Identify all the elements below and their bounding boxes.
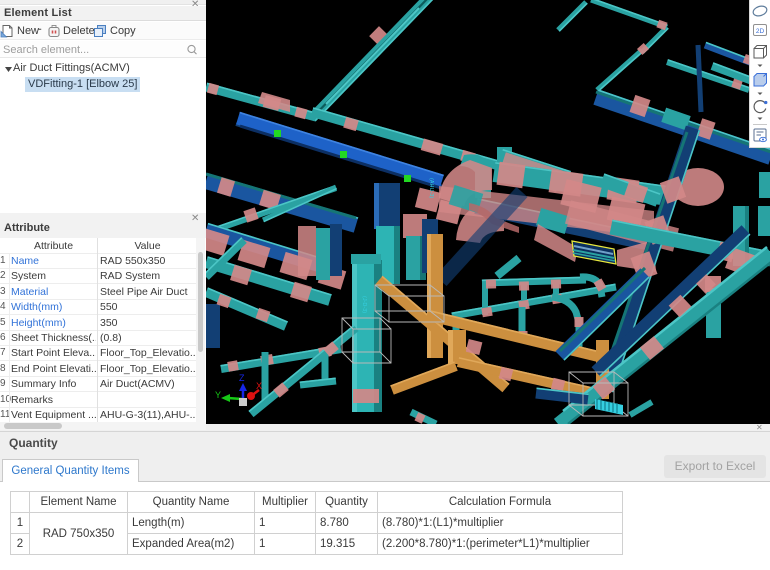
svg-text:(J-D-3): (J-D-3) — [361, 296, 367, 313]
svg-text:X: X — [256, 381, 262, 391]
svg-text:Y: Y — [215, 390, 221, 400]
svg-text:(AHU-3): (AHU-3) — [428, 178, 434, 198]
svg-text:2D: 2D — [756, 28, 765, 35]
svg-text:Z: Z — [239, 373, 245, 383]
